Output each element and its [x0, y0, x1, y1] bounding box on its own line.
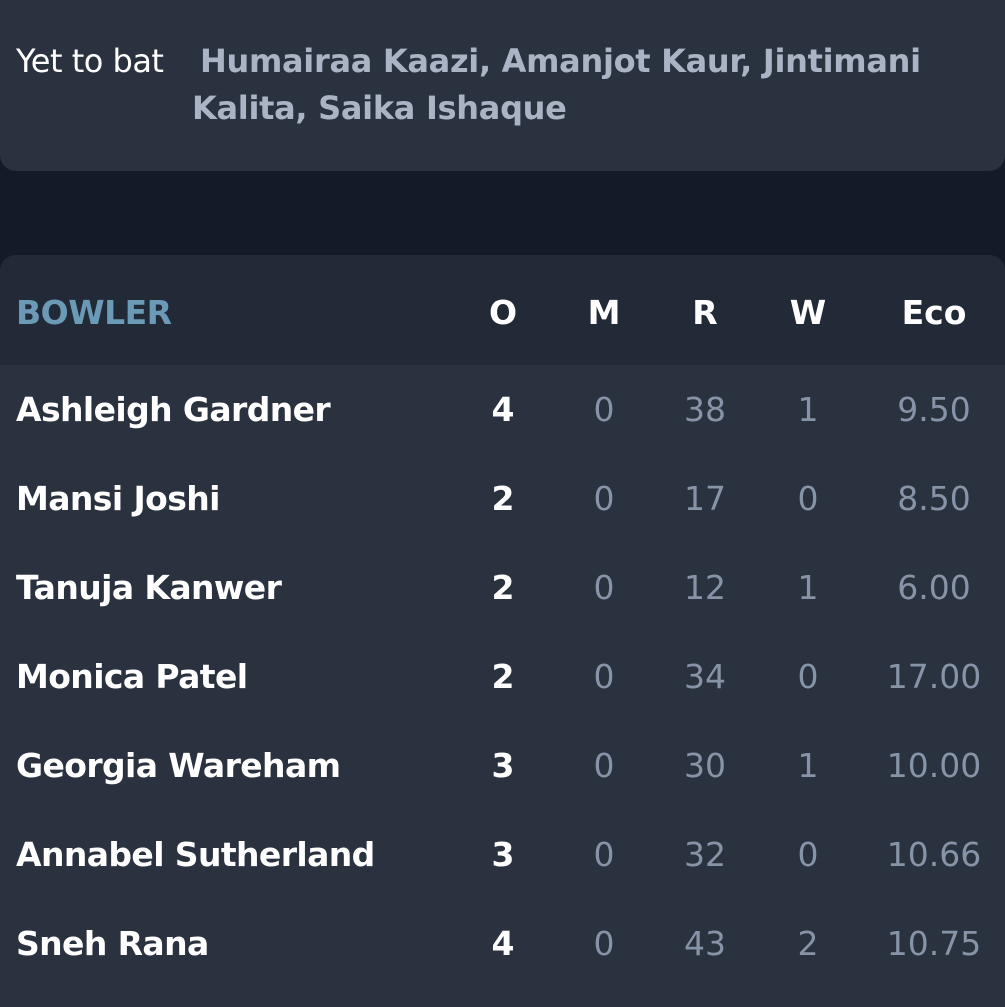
bowler-runs: 43 — [684, 924, 726, 963]
bowler-economy: 17.00 — [886, 657, 982, 696]
header-overs: O — [488, 293, 518, 332]
header-runs: R — [692, 293, 718, 332]
bowler-maidens: 0 — [593, 479, 615, 518]
bowler-name[interactable]: Mansi Joshi — [16, 479, 220, 519]
header-bowler: BOWLER — [16, 293, 172, 332]
header-wickets: W — [789, 293, 827, 332]
bowler-name[interactable]: Ashleigh Gardner — [16, 390, 331, 430]
bowler-maidens: 0 — [593, 924, 615, 963]
bowler-maidens: 0 — [593, 835, 615, 874]
bowler-row[interactable]: Georgia Wareham 3 0 30 1 10.00 — [0, 723, 1005, 812]
bowler-runs: 17 — [684, 479, 726, 518]
bowler-overs: 2 — [491, 568, 515, 607]
bowler-overs: 4 — [491, 390, 515, 429]
bowler-wickets: 1 — [797, 746, 819, 785]
bowling-table: BOWLER O M R W Eco Ashleigh Gardner 4 0 … — [0, 255, 1005, 1007]
bowler-economy: 10.75 — [886, 924, 982, 963]
bowler-wickets: 1 — [797, 390, 819, 429]
bowler-economy: 9.50 — [897, 390, 971, 429]
bowler-wickets: 0 — [797, 835, 819, 874]
bowler-economy: 6.00 — [897, 568, 971, 607]
bowler-wickets: 1 — [797, 568, 819, 607]
bowler-economy: 10.00 — [886, 746, 982, 785]
bowler-maidens: 0 — [593, 568, 615, 607]
bowler-economy: 10.66 — [886, 835, 982, 874]
bowler-wickets: 0 — [797, 479, 819, 518]
header-maidens: M — [587, 293, 621, 332]
bowler-wickets: 2 — [797, 924, 819, 963]
bowler-wickets: 0 — [797, 657, 819, 696]
bowler-runs: 30 — [684, 746, 726, 785]
bowler-overs: 3 — [491, 835, 515, 874]
bowler-runs: 38 — [684, 390, 726, 429]
bowler-row[interactable]: Ashleigh Gardner 4 0 38 1 9.50 — [0, 367, 1005, 456]
yet-to-bat-card: Yet to bat Humairaa Kaazi, Amanjot Kaur,… — [0, 0, 1005, 171]
bowler-maidens: 0 — [593, 746, 615, 785]
bowler-economy: 8.50 — [897, 479, 971, 518]
bowler-runs: 32 — [684, 835, 726, 874]
bowler-overs: 3 — [491, 746, 515, 785]
bowler-overs: 4 — [491, 924, 515, 963]
yet-to-bat-label: Yet to bat — [16, 42, 164, 80]
bowler-maidens: 0 — [593, 390, 615, 429]
bowler-name[interactable]: Sneh Rana — [16, 924, 209, 964]
bowler-name[interactable]: Monica Patel — [16, 657, 248, 697]
bowler-row[interactable]: Sneh Rana 4 0 43 2 10.75 — [0, 901, 1005, 990]
bowler-name[interactable]: Annabel Sutherland — [16, 835, 375, 875]
bowler-row[interactable]: Mansi Joshi 2 0 17 0 8.50 — [0, 456, 1005, 545]
bowler-row[interactable]: Annabel Sutherland 3 0 32 0 10.66 — [0, 812, 1005, 901]
yet-to-bat-names: Humairaa Kaazi, Amanjot Kaur, Jintimani … — [192, 42, 921, 127]
bowler-name[interactable]: Tanuja Kanwer — [16, 568, 282, 608]
bowler-overs: 2 — [491, 479, 515, 518]
bowling-table-header: BOWLER O M R W Eco — [0, 255, 1005, 365]
header-economy: Eco — [901, 293, 967, 332]
bowler-row[interactable]: Tanuja Kanwer 2 0 12 1 6.00 — [0, 545, 1005, 634]
bowler-overs: 2 — [491, 657, 515, 696]
bowler-runs: 12 — [684, 568, 726, 607]
bowler-row[interactable]: Monica Patel 2 0 34 0 17.00 — [0, 634, 1005, 723]
bowler-runs: 34 — [684, 657, 726, 696]
bowler-name[interactable]: Georgia Wareham — [16, 746, 341, 786]
bowler-maidens: 0 — [593, 657, 615, 696]
